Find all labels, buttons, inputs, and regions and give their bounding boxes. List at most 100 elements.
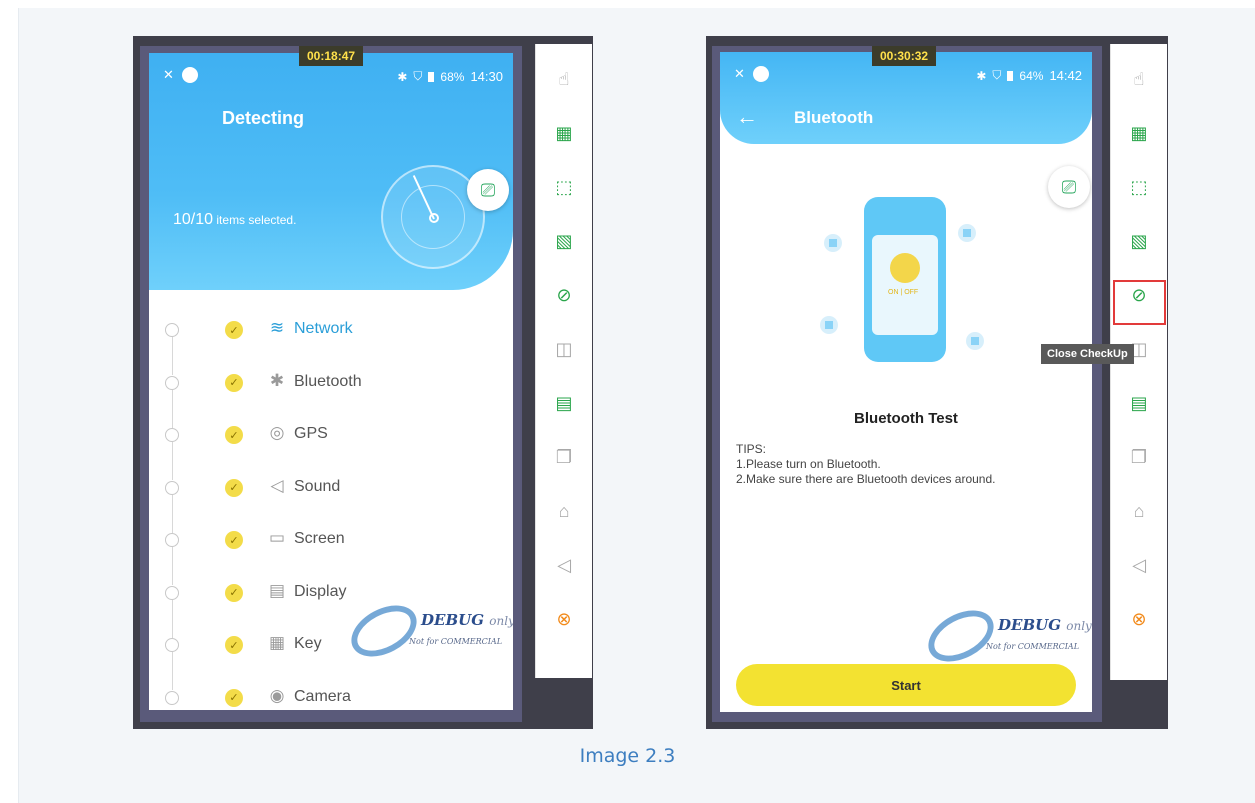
stripes-icon: ▧ bbox=[555, 230, 573, 251]
step-indicator bbox=[165, 585, 179, 600]
close-checkup-button[interactable]: ⊘ bbox=[536, 268, 592, 322]
on-off-label: ON | OFF bbox=[888, 289, 919, 296]
back-arrow-icon[interactable]: ← bbox=[736, 104, 758, 130]
home-button[interactable]: ⌂ bbox=[1111, 484, 1167, 538]
checkbox-checked-icon[interactable]: ✓ bbox=[225, 426, 243, 444]
step-indicator bbox=[165, 428, 179, 442]
figure-caption: Image 2.3 bbox=[579, 745, 676, 767]
screen-share-button[interactable]: ⎚ bbox=[1048, 166, 1090, 208]
tips-heading: TIPS: bbox=[736, 442, 767, 456]
recent-apps-icon: ❐ bbox=[555, 446, 573, 467]
tips-block: TIPS: 1.Please turn on Bluetooth. 2.Make… bbox=[736, 442, 996, 487]
check-item-label: Camera bbox=[294, 687, 351, 705]
close-icon: ✕ bbox=[734, 66, 745, 81]
check-item-camera[interactable]: ✓ ◉ Camera bbox=[149, 671, 513, 711]
check-item-label: Network bbox=[294, 320, 353, 337]
clipboard-button[interactable]: ▤ bbox=[536, 376, 592, 430]
check-item-gps[interactable]: ✓ ◎ GPS bbox=[149, 408, 513, 480]
clock: 14:30 bbox=[470, 69, 503, 84]
back-button[interactable]: ◁ bbox=[536, 538, 592, 592]
stripes-button[interactable]: ▧ bbox=[536, 214, 592, 268]
battery-level: 68% bbox=[440, 69, 465, 84]
selected-count: 10/10 bbox=[173, 211, 214, 228]
check-item-bluetooth[interactable]: ✓ ✱ Bluetooth bbox=[149, 356, 513, 428]
checkbox-checked-icon[interactable]: ✓ bbox=[225, 636, 243, 654]
close-circle-button[interactable]: ⊗ bbox=[1111, 592, 1167, 646]
touch-button[interactable]: ☝ bbox=[536, 52, 592, 106]
stripes-icon: ▧ bbox=[1130, 230, 1148, 251]
dotted-frame-button[interactable]: ⬚ bbox=[536, 160, 592, 214]
back-button[interactable]: ◁ bbox=[1111, 538, 1167, 592]
gradient-button[interactable]: ▦ bbox=[1111, 106, 1167, 160]
battery-icon bbox=[1007, 70, 1014, 81]
shield-status-icon: ⛉ bbox=[413, 69, 423, 83]
battery-level: 64% bbox=[1019, 68, 1044, 83]
checkbox-checked-icon[interactable]: ✓ bbox=[225, 321, 243, 339]
page-title: Bluetooth bbox=[794, 108, 874, 127]
folder-icon: ◫ bbox=[555, 338, 573, 359]
touch-icon: ☝ bbox=[558, 68, 570, 89]
monitor-icon: ▭ bbox=[268, 528, 286, 547]
sound-icon: ◁ bbox=[270, 475, 284, 495]
home-icon: ⌂ bbox=[1133, 500, 1145, 521]
watermark-only: only bbox=[1066, 619, 1092, 633]
test-title: Bluetooth Test bbox=[854, 410, 958, 427]
screen-share-icon: ⎚ bbox=[1061, 176, 1077, 197]
tip-item: 2.Make sure there are Bluetooth devices … bbox=[736, 472, 996, 486]
recent-apps-button[interactable]: ❐ bbox=[1111, 430, 1167, 484]
bluetooth-status-icon: ✱ bbox=[397, 69, 408, 84]
device-chip-icon bbox=[824, 234, 842, 252]
gradient-icon: ▦ bbox=[1130, 122, 1148, 143]
right-screen: ✕ ✱ ⛉ 64% 14:42 ← Bluetooth ⎚ ON | OFF B… bbox=[720, 52, 1092, 712]
step-indicator bbox=[165, 533, 179, 547]
home-button[interactable]: ⌂ bbox=[536, 484, 592, 538]
dotted-frame-icon: ⬚ bbox=[555, 176, 573, 197]
check-item-label: Display bbox=[294, 582, 347, 600]
check-item-screen[interactable]: ✓ ▭ Screen bbox=[149, 513, 513, 585]
clock: 14:42 bbox=[1049, 68, 1082, 83]
watermark-only: only bbox=[489, 614, 513, 628]
record-dot-icon bbox=[752, 66, 769, 82]
keypad-icon: ▦ bbox=[268, 633, 286, 652]
step-indicator bbox=[165, 375, 179, 390]
bluetooth-illustration: ON | OFF bbox=[820, 192, 984, 372]
device-chip-icon bbox=[966, 332, 984, 350]
check-item-label: GPS bbox=[294, 425, 328, 442]
checkbox-checked-icon[interactable]: ✓ bbox=[225, 478, 243, 497]
device-chip-icon bbox=[820, 316, 838, 334]
back-icon: ◁ bbox=[557, 554, 571, 575]
folder-button[interactable]: ◫ bbox=[536, 322, 592, 376]
checkbox-checked-icon[interactable]: ✓ bbox=[225, 531, 243, 549]
highlight-box bbox=[1113, 280, 1166, 325]
screen-share-button[interactable]: ⎚ bbox=[467, 169, 509, 211]
dotted-frame-button[interactable]: ⬚ bbox=[1111, 160, 1167, 214]
checkbox-checked-icon[interactable]: ✓ bbox=[225, 373, 243, 392]
left-timer: 00:18:47 bbox=[299, 46, 364, 66]
recent-apps-icon: ❐ bbox=[1130, 446, 1148, 467]
recent-apps-button[interactable]: ❐ bbox=[536, 430, 592, 484]
debug-watermark: DEBUG only Not for COMMERCIAL bbox=[919, 600, 1092, 674]
checkbox-checked-icon[interactable]: ✓ bbox=[225, 688, 243, 707]
check-item-network[interactable]: ✓ ≋ Network bbox=[149, 303, 513, 375]
right-timer: 00:30:32 bbox=[872, 46, 937, 66]
check-item-label: Sound bbox=[294, 477, 341, 495]
check-item-sound[interactable]: ✓ ◁ Sound bbox=[149, 461, 513, 533]
close-circle-button[interactable]: ⊗ bbox=[536, 592, 592, 646]
clipboard-button[interactable]: ▤ bbox=[1111, 376, 1167, 430]
checkbox-checked-icon[interactable]: ✓ bbox=[225, 583, 243, 602]
step-indicator bbox=[165, 638, 179, 652]
selected-suffix: items selected. bbox=[216, 213, 297, 227]
left-screen: ✕ ✱ ⛉ 68% 14:30 Detecting 10/10 items se… bbox=[149, 53, 513, 710]
device-chip-icon bbox=[958, 224, 976, 242]
step-indicator bbox=[165, 323, 179, 337]
battery-icon bbox=[428, 71, 435, 82]
gradient-icon: ▦ bbox=[555, 122, 573, 143]
debug-watermark: DEBUG only Not for COMMERCIAL bbox=[342, 595, 513, 669]
gradient-button[interactable]: ▦ bbox=[536, 106, 592, 160]
dotted-frame-icon: ⬚ bbox=[1130, 176, 1148, 197]
record-dot-icon bbox=[181, 67, 198, 83]
touch-button[interactable]: ☝ bbox=[1111, 52, 1167, 106]
clipboard-icon: ▤ bbox=[555, 392, 573, 413]
stripes-button[interactable]: ▧ bbox=[1111, 214, 1167, 268]
display-icon: ▤ bbox=[268, 580, 286, 600]
